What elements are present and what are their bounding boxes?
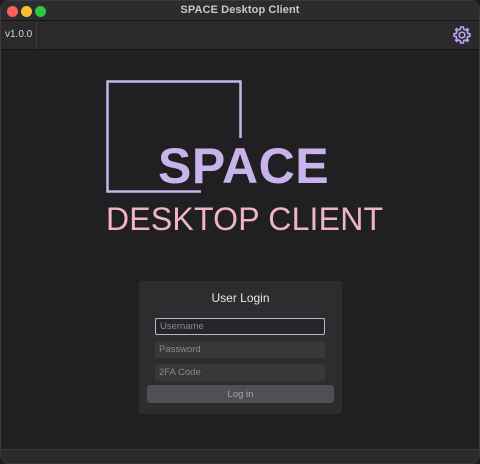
window-title: SPACE Desktop Client: [180, 4, 300, 16]
logo-title: SPACE: [158, 138, 330, 194]
twofa-code-input[interactable]: [155, 364, 325, 381]
login-button[interactable]: Log in: [147, 385, 334, 403]
password-input[interactable]: [155, 341, 325, 358]
login-panel: User Login Log in: [139, 281, 342, 414]
version-label: v1.0.0: [1, 21, 38, 49]
title-bar: SPACE Desktop Client: [1, 1, 479, 21]
gear-icon[interactable]: [452, 25, 472, 45]
app-window: SPACE Desktop Client v1.0.0 SPACE DESKTO…: [0, 0, 480, 464]
username-input[interactable]: [155, 318, 325, 335]
logo-subtitle: DESKTOP CLIENT: [106, 201, 384, 237]
status-bar: [1, 449, 479, 463]
login-heading: User Login: [211, 291, 270, 305]
toolbar: v1.0.0: [1, 21, 479, 50]
